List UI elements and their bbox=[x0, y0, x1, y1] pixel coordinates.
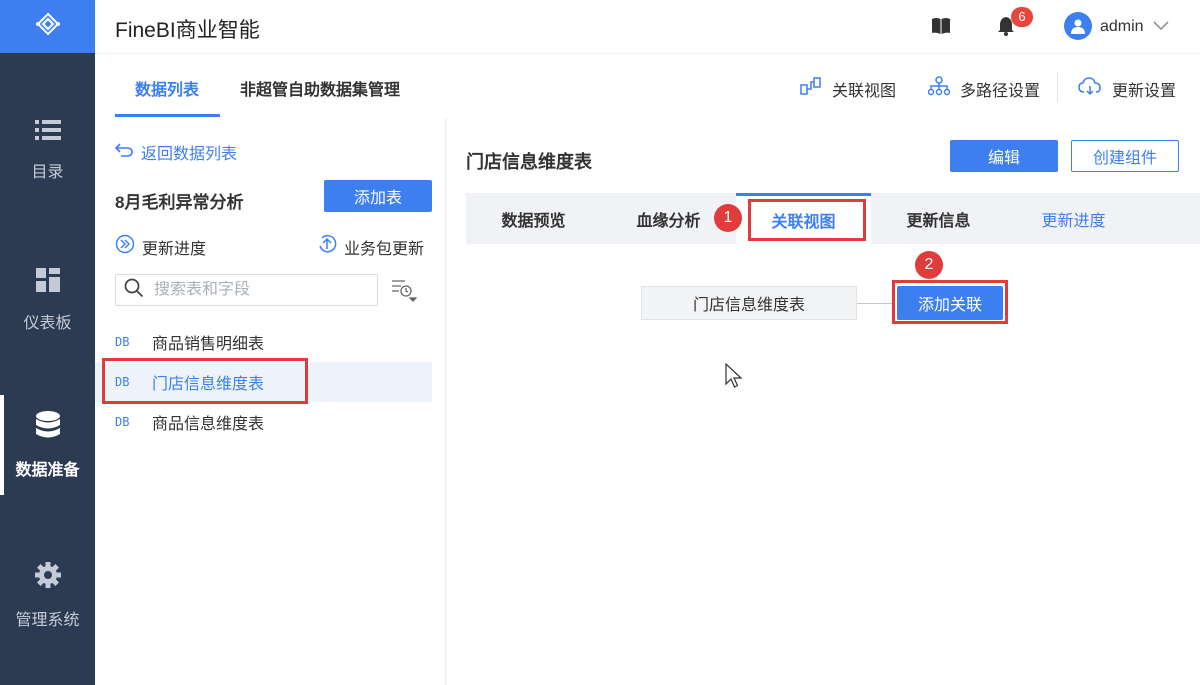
package-panel: 返回数据列表 8月毛利异常分析 添加表 更新进度 业务包更新 DB 商品销售明细… bbox=[95, 118, 445, 685]
hierarchy-icon bbox=[927, 76, 951, 101]
relation-canvas: 门店信息维度表 添加关联 bbox=[466, 244, 1200, 685]
tab-update-info[interactable]: 更新信息 bbox=[871, 193, 1006, 244]
package-name: 8月毛利异常分析 bbox=[115, 193, 244, 212]
search-box bbox=[115, 274, 378, 306]
nav-item-label: 仪表板 bbox=[23, 314, 72, 332]
search-icon bbox=[124, 278, 144, 303]
db-tag: DB bbox=[115, 415, 130, 429]
nav-item-label: 数据准备 bbox=[15, 461, 80, 479]
filter-sort-icon[interactable] bbox=[391, 278, 418, 307]
tab-data-preview[interactable]: 数据预览 bbox=[466, 193, 601, 244]
logo-icon bbox=[35, 11, 61, 42]
back-link-label: 返回数据列表 bbox=[141, 146, 238, 163]
update-progress-tab-link[interactable]: 更新进度 bbox=[1006, 193, 1141, 244]
multipath-settings-button[interactable]: 多路径设置 bbox=[927, 76, 1041, 101]
mouse-pointer-icon bbox=[725, 362, 743, 394]
nav-item-admin[interactable]: 管理系统 bbox=[0, 545, 95, 645]
detail-tab-bar: 数据预览 血缘分析 关联视图 更新信息 更新进度 bbox=[466, 193, 1200, 244]
tab-self-service-dataset-admin[interactable]: 非超管自助数据集管理 bbox=[240, 76, 400, 100]
step-1-callout: 1 bbox=[714, 204, 742, 232]
header: FineBI商业智能 6 admin bbox=[95, 0, 1200, 53]
create-component-button[interactable]: 创建组件 bbox=[1071, 140, 1179, 172]
search-input[interactable] bbox=[154, 281, 354, 299]
toolbar-divider bbox=[1057, 72, 1058, 102]
back-to-list-link[interactable]: 返回数据列表 bbox=[114, 140, 238, 164]
gear-icon bbox=[34, 561, 62, 594]
cloud-refresh-icon bbox=[1078, 76, 1102, 101]
active-tab-indicator bbox=[115, 114, 220, 117]
table-name: 商品销售明细表 bbox=[152, 336, 265, 353]
package-update-link[interactable]: 业务包更新 bbox=[317, 234, 424, 259]
update-progress-link[interactable]: 更新进度 bbox=[115, 234, 206, 259]
package-update-label: 业务包更新 bbox=[344, 240, 425, 258]
table-node[interactable]: 门店信息维度表 bbox=[641, 286, 857, 320]
db-tag: DB bbox=[115, 335, 130, 349]
upload-circle-icon bbox=[317, 234, 337, 259]
tab-data-list[interactable]: 数据列表 bbox=[135, 76, 199, 100]
book-icon[interactable] bbox=[931, 17, 951, 40]
nav-item-data-prep[interactable]: 数据准备 bbox=[0, 395, 95, 495]
table-row-selected[interactable]: DB 门店信息维度表 bbox=[95, 362, 432, 402]
user-name[interactable]: admin bbox=[1100, 18, 1144, 36]
table-name: 商品信息维度表 bbox=[152, 416, 265, 433]
nav-item-catalog[interactable]: 目录 bbox=[0, 100, 95, 200]
add-relation-button[interactable]: 添加关联 bbox=[897, 286, 1003, 320]
table-row[interactable]: DB 商品信息维度表 bbox=[95, 402, 432, 442]
user-icon bbox=[1071, 19, 1085, 34]
avatar[interactable] bbox=[1064, 12, 1092, 40]
table-title: 门店信息维度表 bbox=[466, 152, 592, 172]
notification-badge: 6 bbox=[1011, 7, 1033, 27]
step-2-callout: 2 bbox=[915, 251, 943, 279]
database-icon bbox=[35, 410, 61, 444]
nav-item-label: 目录 bbox=[31, 163, 64, 181]
edit-button[interactable]: 编辑 bbox=[950, 140, 1058, 172]
table-detail-panel: 门店信息维度表 编辑 创建组件 数据预览 血缘分析 关联视图 更新信息 更新进度… bbox=[447, 118, 1200, 685]
relation-view-icon bbox=[800, 76, 822, 101]
dashboard-icon bbox=[35, 267, 60, 297]
nav-item-label: 管理系统 bbox=[15, 611, 80, 629]
relation-view-button[interactable]: 关联视图 bbox=[800, 76, 896, 101]
update-settings-label: 更新设置 bbox=[1112, 82, 1177, 100]
app-title: FineBI商业智能 bbox=[115, 19, 260, 42]
logo[interactable] bbox=[0, 0, 95, 53]
top-tab-bar: 数据列表 非超管自助数据集管理 关联视图 多路径设置 更新设置 bbox=[95, 53, 1200, 118]
double-chevron-icon bbox=[115, 234, 135, 259]
nav-item-dashboard[interactable]: 仪表板 bbox=[0, 250, 95, 350]
table-row[interactable]: DB 商品销售明细表 bbox=[95, 322, 432, 362]
update-progress-label: 更新进度 bbox=[142, 240, 207, 258]
add-table-button[interactable]: 添加表 bbox=[324, 180, 432, 212]
relation-view-label: 关联视图 bbox=[832, 82, 897, 100]
multipath-label: 多路径设置 bbox=[960, 82, 1041, 100]
update-settings-button[interactable]: 更新设置 bbox=[1078, 76, 1176, 101]
node-connector bbox=[857, 303, 894, 304]
table-name: 门店信息维度表 bbox=[152, 376, 265, 393]
list-icon bbox=[34, 119, 61, 146]
left-nav: 目录 仪表板 数据准备 管理系统 bbox=[0, 0, 95, 685]
chevron-down-icon[interactable] bbox=[1153, 18, 1169, 37]
tab-relation-view[interactable]: 关联视图 bbox=[736, 193, 871, 244]
back-arrow-icon bbox=[114, 142, 133, 162]
db-tag: DB bbox=[115, 375, 130, 389]
